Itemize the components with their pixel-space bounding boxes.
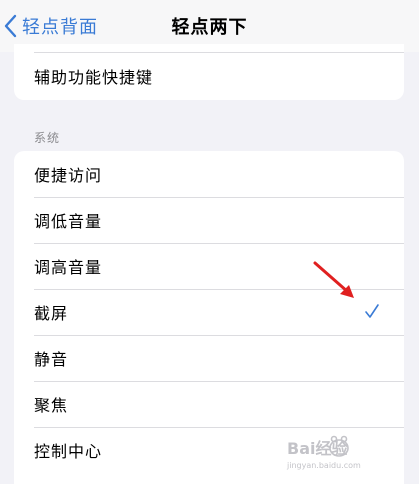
list-item-label: 调低音量 bbox=[34, 212, 103, 231]
page-title: 轻点两下 bbox=[171, 17, 248, 38]
list-item-volume-down[interactable]: 调低音量 bbox=[14, 197, 404, 243]
list-item-control-center[interactable]: 控制中心 bbox=[14, 427, 404, 473]
list-item-label: 聚焦 bbox=[34, 396, 69, 415]
checkmark-icon bbox=[364, 303, 380, 323]
top-section-card: 辅助功能快捷键 bbox=[14, 44, 404, 100]
list-item-focus[interactable]: 聚焦 bbox=[14, 381, 404, 427]
list-item-label: 截屏 bbox=[34, 304, 69, 323]
list-item-mute[interactable]: 静音 bbox=[14, 335, 404, 381]
list-item-label: 静音 bbox=[34, 350, 69, 369]
list-item-label: 便捷访问 bbox=[34, 166, 103, 185]
list-item-reachability[interactable]: 便捷访问 bbox=[14, 151, 404, 197]
list-item-accessibility-shortcut[interactable]: 辅助功能快捷键 bbox=[14, 53, 404, 99]
list-item-label: 控制中心 bbox=[34, 442, 103, 461]
list-item-label: 调高音量 bbox=[34, 258, 103, 277]
list-item-label: 辅助功能快捷键 bbox=[34, 68, 154, 87]
list-item-volume-up[interactable]: 调高音量 bbox=[14, 243, 404, 289]
section-header-system: 系统 bbox=[34, 131, 61, 145]
list-item-screenshot[interactable]: 截屏 bbox=[14, 289, 404, 335]
system-section-card: 便捷访问 调低音量 调高音量 截屏 静音 聚焦 控制中心 bbox=[14, 151, 404, 484]
